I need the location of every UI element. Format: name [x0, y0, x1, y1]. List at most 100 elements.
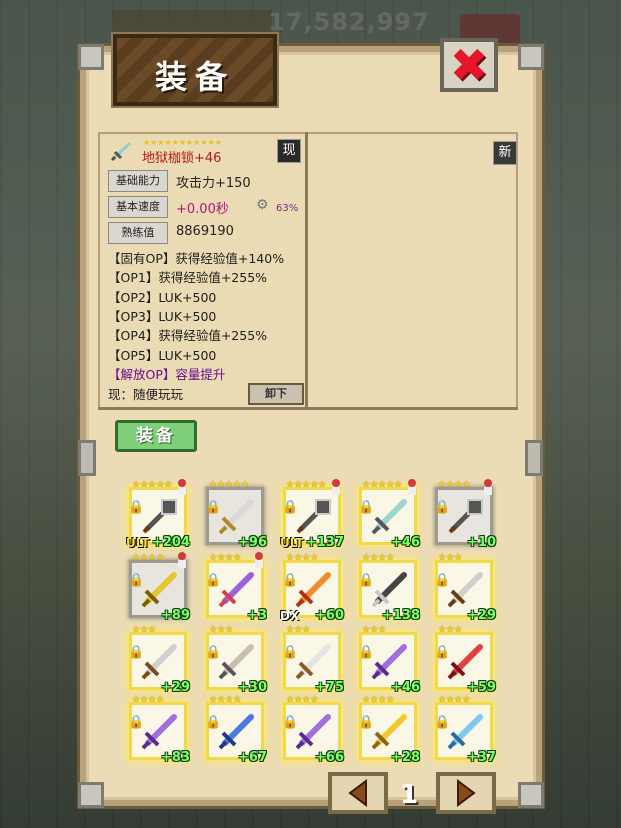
slot-level: +66	[315, 750, 344, 765]
weapon-slot[interactable]: ★★★ 🔒 +59	[434, 625, 496, 695]
slot-level: +28	[391, 750, 420, 765]
window-title: 装备	[154, 58, 235, 96]
slot-level: +137	[305, 535, 344, 550]
owner-avatar	[404, 478, 420, 496]
slot-stars: ★★★	[362, 625, 387, 635]
proficiency-label: 熟练值	[108, 222, 168, 244]
owner-line: 现：随便玩玩	[108, 387, 184, 402]
base-speed-value: +0.00秒	[176, 202, 229, 217]
weapon-slot[interactable]: ★★★★ 🔒 +3	[205, 552, 267, 623]
owner-avatar	[174, 551, 190, 569]
slot-stars: ★★★★	[362, 553, 395, 563]
equip-button[interactable]: 装备	[115, 420, 197, 452]
close-button[interactable]: ✖	[440, 38, 498, 92]
weapon-slot[interactable]: ★★★★ 🔒 +10	[434, 479, 496, 550]
slot-level: +60	[315, 608, 344, 623]
slot-stars: ★★★★	[438, 480, 471, 490]
owner-avatar	[480, 478, 496, 496]
red-sword-icon	[447, 644, 483, 680]
weapon-slot[interactable]: ★★★★★ 🔒 +96	[205, 480, 267, 550]
slot-stars: ★★★★	[132, 553, 165, 563]
weapon-slot[interactable]: ★★★★★ 🔒 ULT +204	[126, 479, 190, 550]
panel-corner	[78, 44, 104, 70]
weapon-slot[interactable]: ★★★★ 🔒 +37	[434, 695, 496, 765]
slot-level: +46	[391, 535, 420, 550]
unequip-button[interactable]: 卸下	[248, 383, 304, 405]
slot-level: +30	[238, 680, 267, 695]
slot-level: +29	[161, 680, 190, 695]
weapon-slot[interactable]: ★★★★ 🔒 +67	[205, 695, 267, 765]
slot-level: +10	[467, 535, 496, 550]
weapon-slot[interactable]: ★★★★ 🔒 +138	[358, 553, 420, 623]
blue-broadsword-icon	[218, 714, 254, 750]
close-icon: ✖	[449, 38, 489, 92]
weapon-slot[interactable]: ★★★ 🔒 +30	[205, 625, 267, 695]
slot-stars: ★★★★	[132, 695, 165, 705]
next-page-button[interactable]	[436, 772, 496, 814]
slot-level: +59	[467, 680, 496, 695]
purple-blade-icon	[218, 572, 254, 608]
equipped-badge: 现	[277, 139, 301, 163]
item-weapon-icon	[110, 141, 132, 162]
slot-stars: ★★★	[438, 553, 463, 563]
window-title-plate: 装备	[113, 34, 277, 106]
weapon-slot[interactable]: ★★★★ 🔒 +89	[128, 552, 190, 623]
weapon-slot[interactable]: ★★★ 🔒 +46	[358, 625, 420, 695]
slot-tag: ULT	[126, 536, 150, 550]
panel-rivet	[525, 440, 543, 476]
weapon-slot[interactable]: ★★★ 🔒 +29	[434, 553, 496, 623]
weapon-slot[interactable]: ★★★ 🔒 +29	[128, 625, 190, 695]
item-name: 地狱枷锁+46	[142, 151, 222, 166]
release-option-line: 【解放OP】容量提升	[108, 367, 226, 382]
slot-stars: ★★★★★	[132, 480, 173, 490]
teal-sword-icon	[371, 499, 407, 535]
gold-serpent-sword-icon	[141, 572, 177, 608]
chain-flail-icon	[296, 499, 331, 534]
slot-stars: ★★★★	[209, 553, 242, 563]
slot-level: +46	[391, 680, 420, 695]
arrow-right-icon	[457, 779, 476, 807]
iron-sword-icon	[141, 644, 177, 680]
weapon-slot[interactable]: ★★★★ 🔒 +83	[128, 695, 190, 765]
slot-level: +138	[381, 608, 420, 623]
owner-avatar	[328, 478, 344, 496]
slot-stars: ★★★	[438, 625, 463, 635]
detail-bottom-line	[98, 407, 518, 410]
item-stars: ★★★★★★★★★★★	[143, 138, 222, 147]
option-line: 【OP1】获得经验值+255%	[108, 270, 268, 285]
arrow-left-icon	[348, 779, 367, 807]
slot-stars: ★★★★★	[362, 480, 403, 490]
slot-stars: ★★★★	[286, 553, 319, 563]
slot-level: +89	[161, 608, 190, 623]
panel-rivet	[78, 440, 96, 476]
slot-level: +29	[467, 608, 496, 623]
option-line: 【OP4】获得经验值+255%	[108, 328, 268, 343]
panel-corner	[518, 44, 544, 70]
owner-avatar	[251, 551, 267, 569]
ice-sword-icon	[447, 714, 483, 750]
knife-icon	[447, 572, 483, 608]
slot-stars: ★★★★	[362, 695, 395, 705]
gold-sword-icon	[371, 714, 407, 750]
page-number: 1	[400, 780, 419, 810]
short-knife-icon	[295, 644, 331, 680]
bone-sword-icon	[218, 644, 254, 680]
weapon-slot[interactable]: ★★★★ 🔒 +28	[358, 695, 420, 765]
slot-stars: ★★★	[209, 625, 234, 635]
weapon-slot[interactable]: ★★★★★ 🔒 ULT +137	[280, 479, 344, 550]
speed-percent: 63%	[276, 203, 299, 214]
option-line: 【OP3】LUK+500	[108, 309, 217, 324]
chain-flail-icon	[142, 499, 177, 534]
weapon-slot[interactable]: ★★★ 🔒 +75	[282, 625, 344, 695]
weapon-slot[interactable]: ★★★★ 🔒 DX +60	[280, 553, 344, 623]
slot-stars: ★★★★	[209, 695, 242, 705]
new-badge: 新	[493, 141, 517, 165]
slot-level: +204	[151, 535, 190, 550]
slot-level: +75	[315, 680, 344, 695]
base-ability-value: 攻击力+150	[176, 176, 251, 191]
weapon-slot[interactable]: ★★★★★ 🔒 +46	[358, 479, 420, 550]
weapon-slot[interactable]: ★★★★ 🔒 +66	[282, 695, 344, 765]
panel-corner	[518, 782, 544, 808]
prev-page-button[interactable]	[328, 772, 388, 814]
slot-level: +37	[467, 750, 496, 765]
